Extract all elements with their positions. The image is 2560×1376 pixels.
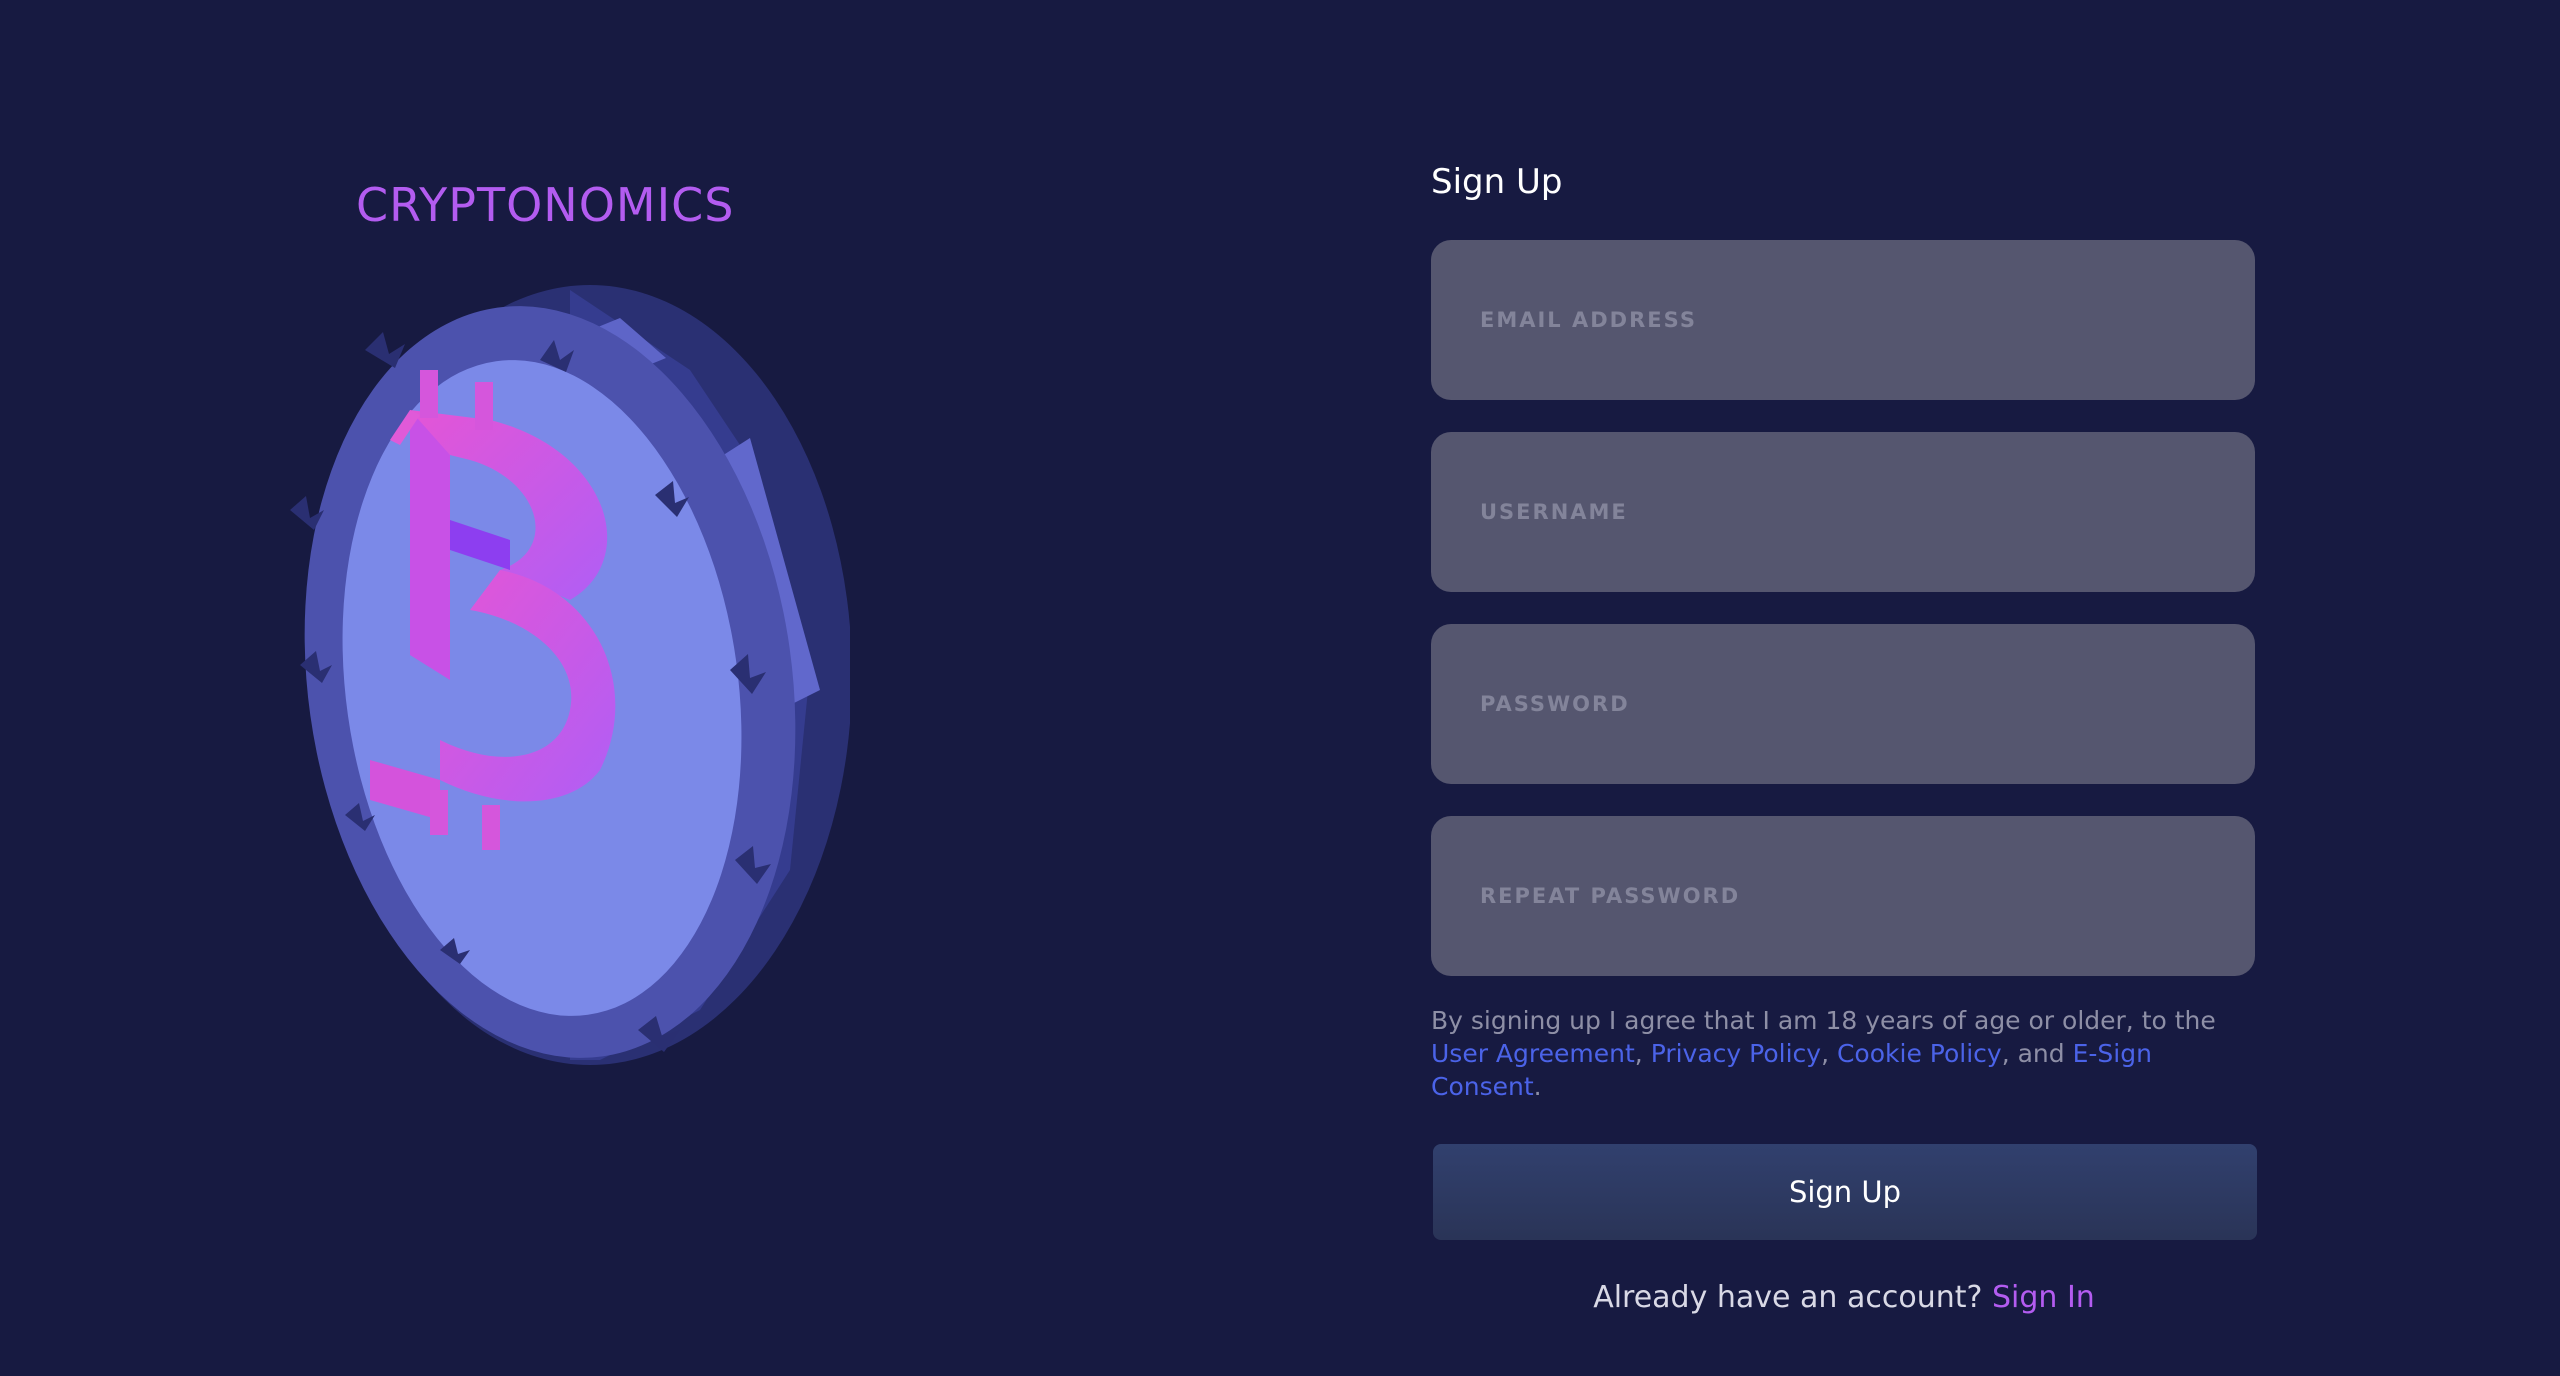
username-input[interactable] xyxy=(1478,499,2208,525)
terms-notice: By signing up I agree that I am 18 years… xyxy=(1431,1004,2261,1103)
terms-sep-1: , xyxy=(1634,1039,1651,1068)
user-agreement-link[interactable]: User Agreement xyxy=(1431,1039,1635,1068)
bitcoin-coin-icon xyxy=(290,285,850,1065)
terms-sep-2: , xyxy=(1821,1039,1837,1068)
email-input[interactable] xyxy=(1478,307,2208,333)
repeat-password-field[interactable] xyxy=(1431,816,2255,976)
signin-prompt-text: Already have an account? xyxy=(1593,1280,1983,1315)
sign-in-link[interactable]: Sign In xyxy=(1992,1280,2095,1315)
brand-logo-text: CRYPTONOMICS xyxy=(356,178,735,232)
username-field[interactable] xyxy=(1431,432,2255,592)
repeat-password-input[interactable] xyxy=(1478,883,2208,909)
password-field[interactable] xyxy=(1431,624,2255,784)
sign-up-button[interactable]: Sign Up xyxy=(1433,1144,2257,1240)
password-input[interactable] xyxy=(1478,691,2208,717)
privacy-policy-link[interactable]: Privacy Policy xyxy=(1651,1039,1821,1068)
signup-page: CRYPTONOMICS Sign Up EMAIL ADDRESS USERN… xyxy=(0,0,2560,1376)
cookie-policy-link[interactable]: Cookie Policy xyxy=(1837,1039,2002,1068)
terms-prefix: By signing up I agree that I am 18 years… xyxy=(1431,1006,2216,1035)
signin-prompt: Already have an account? Sign In xyxy=(1431,1280,2257,1315)
terms-sep-3: , and xyxy=(2001,1039,2073,1068)
terms-suffix: . xyxy=(1533,1072,1542,1101)
form-title: Sign Up xyxy=(1431,162,1563,202)
email-field[interactable] xyxy=(1431,240,2255,400)
